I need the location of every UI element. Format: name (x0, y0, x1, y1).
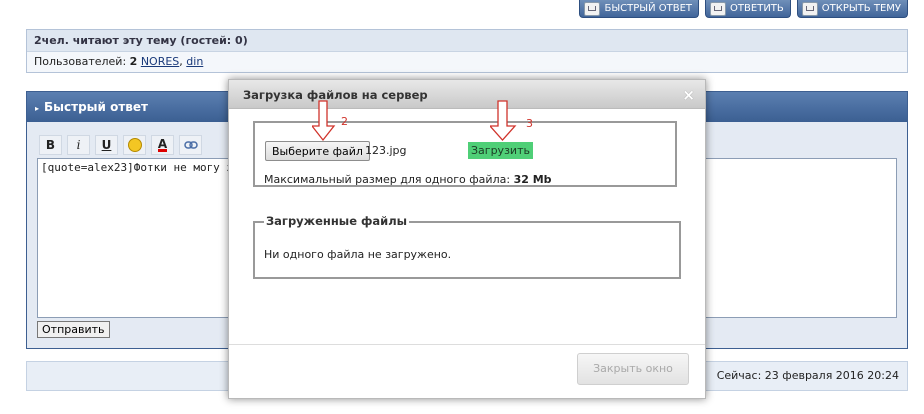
uploaded-files-legend: Загруженные файлы (264, 214, 410, 228)
user-link-nores[interactable]: NORES (141, 55, 179, 68)
user-link-din[interactable]: din (186, 55, 203, 68)
smiley-button[interactable] (123, 135, 146, 155)
new-topic-label: ОТКРЫТЬ ТЕМУ (821, 3, 901, 14)
users-prefix: Пользователей: (34, 55, 127, 68)
dialog-title: Загрузка файлов на сервер (243, 88, 428, 102)
bold-button[interactable]: B (39, 135, 62, 155)
font-color-button[interactable]: A (151, 135, 174, 155)
link-icon (183, 141, 198, 149)
quick-reply-label: БЫСТРЫЙ ОТВЕТ (604, 3, 693, 14)
collapse-arrow-icon[interactable]: ▸ (35, 104, 39, 113)
dialog-header: Загрузка файлов на сервер × (229, 80, 705, 109)
reply-icon (584, 1, 601, 16)
choose-file-button[interactable]: Выберите файл (265, 141, 370, 161)
quick-reply-button[interactable]: БЫСТРЫЙ ОТВЕТ (579, 0, 700, 18)
dialog-divider (229, 344, 705, 345)
readers-panel: 2чел. читают эту тему (гостей: 0) Пользо… (26, 29, 908, 73)
annotation-number-2: 2 (341, 115, 348, 128)
reply-button[interactable]: ОТВЕТИТЬ (705, 0, 791, 18)
reply-icon (710, 1, 727, 16)
max-size-info: Максимальный размер для одного файла: 32… (264, 173, 552, 186)
users-count: 2 (129, 55, 138, 68)
current-time: Сейчас: 23 февраля 2016 20:24 (716, 369, 899, 382)
quick-reply-title: Быстрый ответ (44, 100, 148, 114)
close-window-button[interactable]: Закрыть окно (577, 353, 689, 385)
no-files-text: Ни одного файла не загружено. (264, 248, 452, 261)
smiley-icon (127, 138, 142, 152)
topic-actions: БЫСТРЫЙ ОТВЕТ ОТВЕТИТЬ ОТКРЫТЬ ТЕМУ (579, 0, 908, 18)
upload-button[interactable]: Загрузить (468, 142, 533, 159)
file-select-fieldset: Выберите файл 123.jpg Загрузить Максимал… (253, 121, 677, 187)
link-button[interactable] (179, 135, 202, 155)
send-button[interactable]: Отправить (37, 321, 110, 338)
underline-button[interactable]: U (95, 135, 118, 155)
upload-dialog: Загрузка файлов на сервер × Выберите фай… (228, 79, 706, 399)
readers-header: 2чел. читают эту тему (гостей: 0) (27, 30, 907, 52)
max-size-label: Максимальный размер для одного файла: (264, 173, 511, 186)
editor-toolbar: B i U A (39, 135, 202, 155)
selected-file-name: 123.jpg (365, 144, 407, 157)
new-topic-icon (801, 1, 818, 16)
annotation-number-3: 3 (526, 117, 533, 130)
italic-button[interactable]: i (67, 135, 90, 155)
new-topic-button[interactable]: ОТКРЫТЬ ТЕМУ (796, 0, 908, 18)
uploaded-files-fieldset: Загруженные файлы Ни одного файла не заг… (253, 214, 681, 279)
readers-users: Пользователей: 2 NORES, din (27, 52, 907, 72)
users-separator: , (179, 55, 183, 68)
font-color-icon: A (157, 136, 168, 152)
max-size-value: 32 Mb (513, 173, 552, 186)
close-icon[interactable]: × (682, 80, 695, 110)
reply-label: ОТВЕТИТЬ (730, 3, 784, 14)
